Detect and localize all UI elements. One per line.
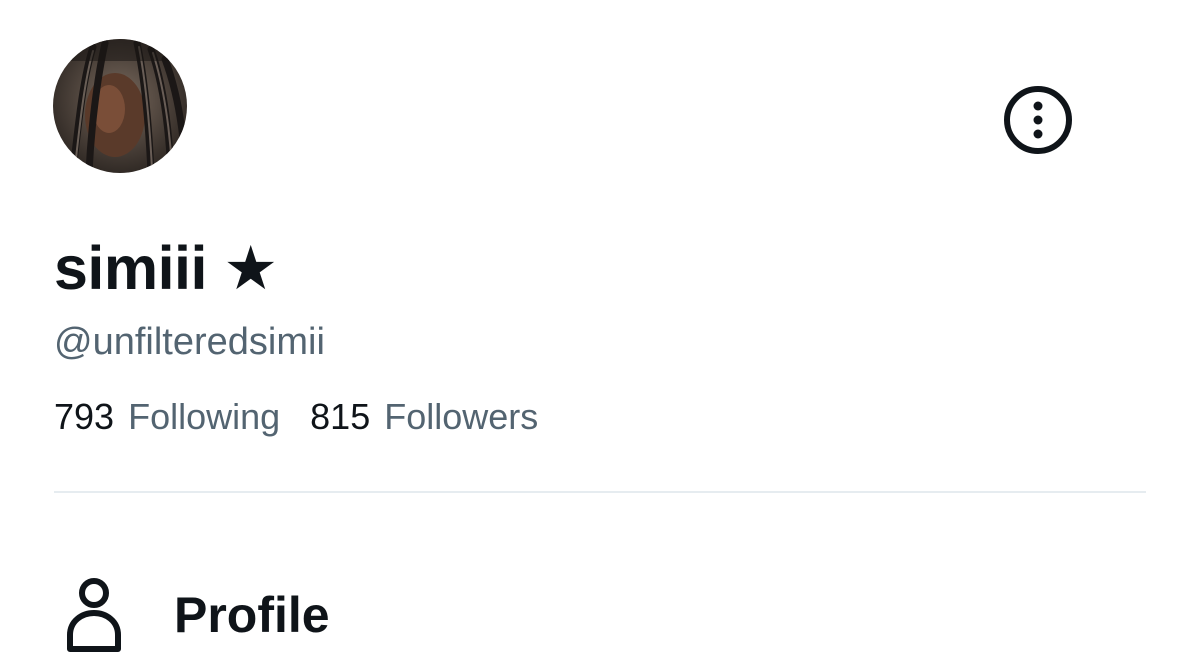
- display-name[interactable]: simiii ★: [54, 232, 278, 304]
- nav-item-profile[interactable]: Profile: [54, 574, 330, 656]
- followers-count: 815: [310, 396, 371, 437]
- divider: [54, 491, 1146, 493]
- more-options-icon: [1004, 86, 1072, 154]
- followers-link[interactable]: 815 Followers: [310, 394, 538, 440]
- more-options-button[interactable]: [1002, 84, 1074, 156]
- following-count: 793: [54, 396, 115, 437]
- avatar-photo: [53, 39, 187, 173]
- person-icon: [54, 575, 134, 655]
- following-label: Following: [128, 396, 281, 437]
- following-link[interactable]: 793 Following: [54, 394, 280, 440]
- handle[interactable]: @unfilteredsimii: [54, 319, 325, 365]
- followers-label: Followers: [384, 396, 539, 437]
- account-drawer: simiii ★ @unfilteredsimii 793 Following …: [0, 0, 1199, 668]
- follow-stats: 793 Following 815 Followers: [54, 394, 538, 440]
- avatar[interactable]: [53, 39, 187, 173]
- nav-item-label: Profile: [174, 587, 330, 643]
